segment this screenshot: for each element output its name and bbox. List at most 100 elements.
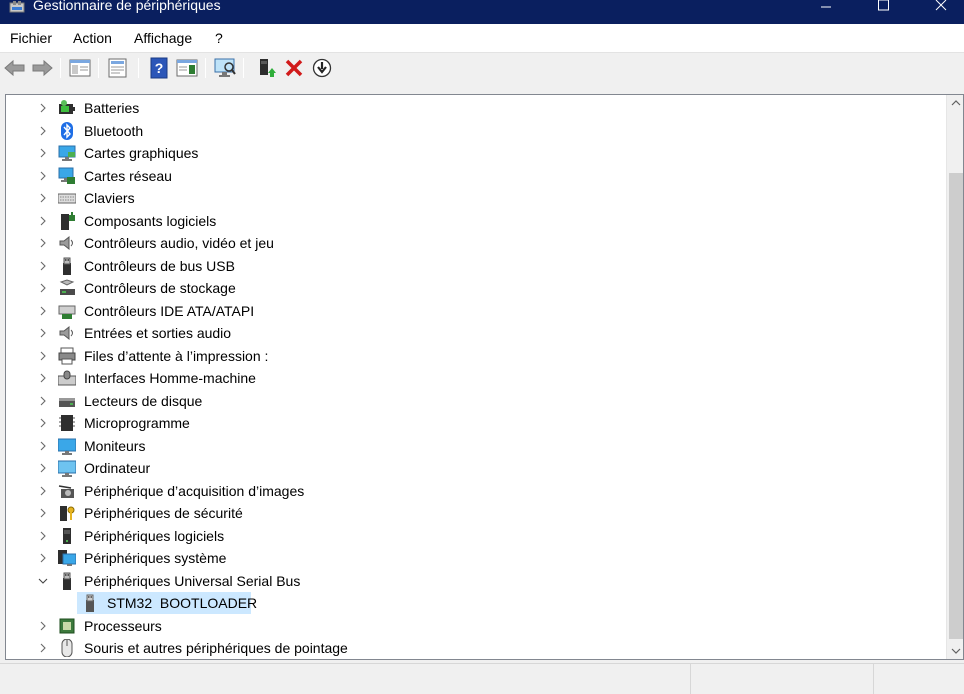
- disable-device-button[interactable]: [310, 57, 334, 79]
- chevron-right-icon[interactable]: [37, 484, 49, 496]
- update-driver-button[interactable]: [254, 57, 278, 79]
- tree-item-label: Souris et autres périphériques de pointa…: [84, 640, 348, 656]
- forward-button[interactable]: [30, 57, 54, 79]
- back-button[interactable]: [3, 57, 27, 79]
- scan-hardware-button[interactable]: [213, 57, 237, 79]
- tree-item-label: Lecteurs de disque: [84, 392, 203, 409]
- chevron-right-icon[interactable]: [37, 326, 49, 338]
- chevron-right-icon[interactable]: [37, 214, 49, 226]
- chevron-right-icon[interactable]: [37, 259, 49, 271]
- tree-item[interactable]: Interfaces Homme-machine: [6, 367, 906, 389]
- help-button[interactable]: ?: [147, 57, 171, 79]
- tree-item[interactable]: Ordinateur: [6, 457, 906, 479]
- chevron-right-icon[interactable]: [37, 619, 49, 631]
- minimize-icon: [821, 6, 831, 8]
- printer-icon: [58, 347, 76, 364]
- chevron-right-icon[interactable]: [37, 124, 49, 136]
- tree-item[interactable]: Périphérique d’acquisition d’images: [6, 480, 906, 502]
- chevron-right-icon[interactable]: [37, 349, 49, 361]
- tree-item[interactable]: Bluetooth: [6, 120, 906, 142]
- tree-item-label: Interfaces Homme-machine: [84, 370, 256, 386]
- tree-child-item[interactable]: STM32 BOOTLOADER: [6, 592, 906, 614]
- minimize-button[interactable]: [803, 0, 849, 24]
- disable-device-icon: [312, 58, 332, 78]
- tree-item[interactable]: Composants logiciels: [6, 210, 906, 232]
- chevron-right-icon[interactable]: [37, 281, 49, 293]
- chevron-right-icon[interactable]: [37, 641, 49, 653]
- firmware-icon: [59, 415, 75, 431]
- tree-item[interactable]: Contrôleurs de stockage: [6, 277, 906, 299]
- tree-item[interactable]: Moniteurs: [6, 435, 906, 457]
- chevron-right-icon[interactable]: [37, 551, 49, 563]
- tree-item[interactable]: Périphériques de sécurité: [6, 502, 906, 524]
- properties-button[interactable]: [106, 57, 130, 79]
- toolbar: ?: [0, 52, 964, 82]
- chevron-right-icon[interactable]: [37, 461, 49, 473]
- title-bar[interactable]: Gestionnaire de périphériques: [0, 0, 964, 24]
- tree-item[interactable]: Contrôleurs audio, vidéo et jeu: [6, 232, 906, 254]
- tree-item[interactable]: Contrôleurs IDE ATA/ATAPI: [6, 300, 906, 322]
- tree-item[interactable]: Périphériques logiciels: [6, 525, 906, 547]
- usb-device-icon: [86, 594, 94, 612]
- storage-controller-icon: [58, 279, 76, 297]
- menu-affichage[interactable]: Affichage: [134, 30, 192, 47]
- close-button[interactable]: [918, 0, 964, 24]
- device-tree-pane[interactable]: Batteries Bluetooth Cartes graphiques Carte…: [5, 94, 964, 660]
- chevron-right-icon[interactable]: [37, 191, 49, 203]
- tree-item[interactable]: Souris et autres périphériques de pointa…: [6, 637, 906, 659]
- toolbar-separator: [60, 58, 61, 78]
- chevron-right-icon[interactable]: [37, 394, 49, 406]
- printer-icon: [58, 347, 76, 365]
- tree-item[interactable]: Files d’attente à l’impression :: [6, 345, 906, 367]
- vertical-scrollbar[interactable]: [946, 95, 963, 659]
- tree-item[interactable]: Lecteurs de disque: [6, 390, 906, 412]
- security-device-icon: [58, 504, 76, 522]
- chevron-right-icon[interactable]: [37, 416, 49, 428]
- speaker-icon: [59, 235, 73, 251]
- chevron-right-icon[interactable]: [37, 439, 49, 451]
- monitor-icon: [57, 437, 77, 455]
- tree-item[interactable]: Microprogramme: [6, 412, 906, 434]
- tree-item[interactable]: Processeurs: [6, 615, 906, 637]
- chevron-right-icon[interactable]: [37, 304, 49, 316]
- monitor-icon: [57, 438, 77, 455]
- tree-item[interactable]: Périphériques système: [6, 547, 906, 569]
- chevron-right-icon[interactable]: [37, 146, 49, 158]
- maximize-button[interactable]: [860, 0, 906, 24]
- show-action-pane-icon: [176, 59, 198, 77]
- chevron-right-icon[interactable]: [37, 169, 49, 181]
- chevron-right-icon[interactable]: [37, 236, 49, 248]
- close-icon: [935, 0, 947, 11]
- menu-action[interactable]: Action: [73, 30, 112, 47]
- menu-help[interactable]: ?: [215, 30, 223, 47]
- network-adapter-icon: [58, 167, 75, 184]
- chevron-right-icon[interactable]: [37, 371, 49, 383]
- scroll-down-button[interactable]: [947, 642, 963, 659]
- tree-item[interactable]: Claviers: [6, 187, 906, 209]
- tree-item[interactable]: Cartes réseau: [6, 165, 906, 187]
- scroll-up-button[interactable]: [947, 95, 963, 112]
- tree-item[interactable]: Cartes graphiques: [6, 142, 906, 164]
- tree-item[interactable]: Périphériques Universal Serial Bus: [6, 570, 906, 592]
- bluetooth-icon: [61, 121, 73, 140]
- tree-item[interactable]: Batteries: [6, 97, 906, 119]
- computer-icon: [57, 459, 77, 477]
- tree-item[interactable]: Contrôleurs de bus USB: [6, 255, 906, 277]
- show-hide-console-tree-button[interactable]: [68, 57, 92, 79]
- chevron-down-icon[interactable]: [37, 574, 49, 586]
- network-adapter-icon: [58, 167, 76, 185]
- chevron-right-icon[interactable]: [37, 529, 49, 541]
- usb-icon: [58, 257, 76, 275]
- uninstall-device-button[interactable]: [282, 57, 306, 79]
- mouse-icon: [58, 638, 76, 658]
- show-action-pane-button[interactable]: [175, 57, 199, 79]
- scrollbar-thumb[interactable]: [949, 173, 963, 639]
- hid-icon: [57, 370, 77, 386]
- menu-fichier[interactable]: Fichier: [10, 30, 52, 47]
- chevron-right-icon[interactable]: [37, 506, 49, 518]
- hid-icon: [57, 369, 77, 387]
- tree-item[interactable]: Entrées et sorties audio: [6, 322, 906, 344]
- tree-item-label: Périphérique d’acquisition d’images: [84, 482, 305, 499]
- tree-item-label: Contrôleurs IDE ATA/ATAPI: [84, 302, 255, 319]
- chevron-right-icon[interactable]: [37, 101, 49, 113]
